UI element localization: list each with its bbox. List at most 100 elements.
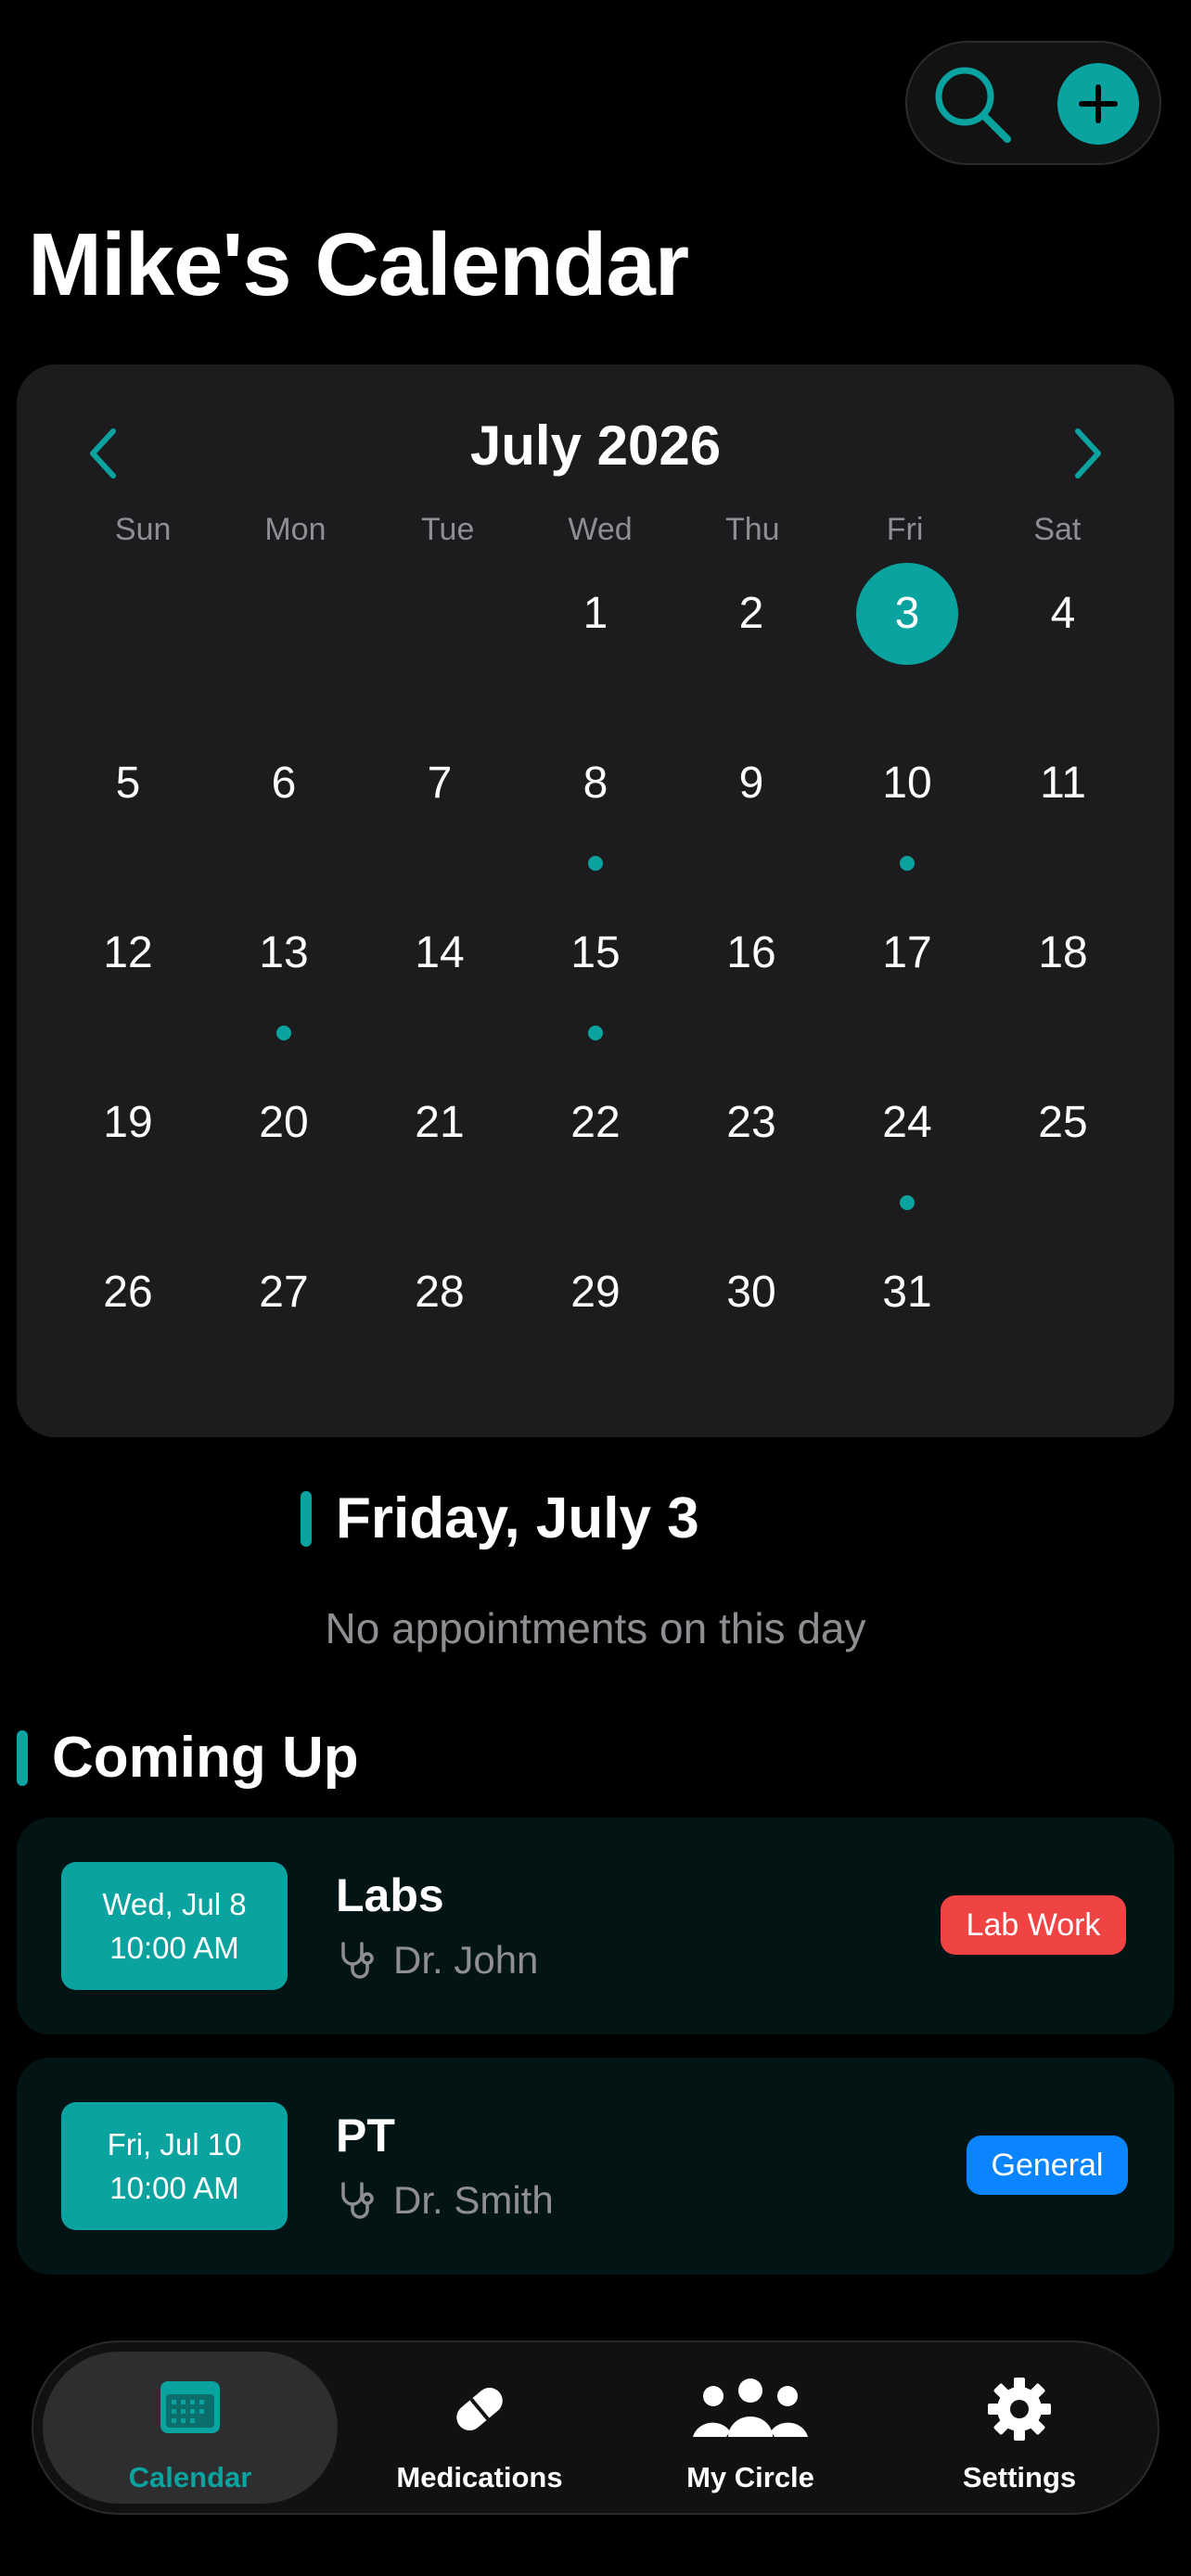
- day-cell[interactable]: 7: [362, 733, 518, 902]
- day-cell[interactable]: 8: [518, 733, 673, 902]
- day-number: 2: [738, 589, 764, 638]
- selected-date-accent: [301, 1491, 312, 1547]
- day-cell[interactable]: 21: [362, 1072, 518, 1242]
- month-calendar: July 2026 Sun Mon Tue Wed Thu Fri Sat 12…: [17, 364, 1174, 1437]
- day-cell[interactable]: 10: [829, 733, 985, 902]
- appointment-doctor: Dr. John: [336, 1932, 538, 1988]
- appointment-card[interactable]: Wed, Jul 8 10:00 AM Labs Dr. John Lab Wo…: [17, 1817, 1174, 2034]
- day-cell[interactable]: 29: [518, 1242, 673, 1411]
- day-number: 4: [1050, 589, 1076, 638]
- day-number: 29: [570, 1268, 621, 1317]
- day-cell[interactable]: 28: [362, 1242, 518, 1411]
- category-badge: Lab Work: [941, 1895, 1126, 1955]
- day-number: 27: [259, 1268, 309, 1317]
- day-number: 8: [583, 759, 608, 808]
- tab-medications[interactable]: Medications: [343, 2342, 616, 2513]
- tab-label: Medications: [396, 2461, 563, 2493]
- empty-day-cell: [50, 563, 206, 733]
- day-cell[interactable]: 26: [50, 1242, 206, 1411]
- event-dot: [900, 856, 915, 871]
- event-dot: [900, 1195, 915, 1210]
- add-button[interactable]: [1057, 63, 1139, 145]
- day-cell[interactable]: 6: [206, 733, 362, 902]
- day-number: 15: [570, 928, 621, 977]
- weekday-header: Sun Mon Tue Wed Thu Fri Sat: [67, 502, 1133, 557]
- day-cell-selected[interactable]: 3: [829, 563, 985, 733]
- appointment-date: Fri, Jul 10: [107, 2127, 242, 2162]
- day-cell[interactable]: 5: [50, 733, 206, 902]
- header-actions: [905, 41, 1161, 165]
- day-number: 13: [259, 928, 309, 977]
- day-cell[interactable]: 18: [985, 902, 1141, 1072]
- tab-bar: Calendar Medications My Circle Settings: [32, 2340, 1159, 2515]
- appointment-title: Labs: [336, 1869, 444, 1921]
- appointment-doctor: Dr. Smith: [336, 2173, 554, 2228]
- appointment-date-box: Wed, Jul 8 10:00 AM: [61, 1862, 288, 1990]
- day-cell[interactable]: 2: [673, 563, 829, 733]
- day-number: 6: [271, 759, 297, 808]
- day-number: 7: [427, 759, 453, 808]
- appointment-time: 10:00 AM: [109, 2171, 239, 2205]
- search-button[interactable]: [929, 61, 1015, 147]
- day-number: 21: [415, 1098, 465, 1147]
- day-cell[interactable]: 23: [673, 1072, 829, 1242]
- day-number: 16: [726, 928, 776, 977]
- category-badge: General: [967, 2136, 1128, 2195]
- day-cell[interactable]: 30: [673, 1242, 829, 1411]
- appointment-date-box: Fri, Jul 10 10:00 AM: [61, 2102, 288, 2230]
- search-icon: [935, 67, 1011, 143]
- tab-label: My Circle: [686, 2461, 814, 2493]
- day-number: 1: [583, 589, 608, 638]
- day-number: 24: [882, 1098, 932, 1147]
- appointment-card[interactable]: Fri, Jul 10 10:00 AM PT Dr. Smith Genera…: [17, 2058, 1174, 2275]
- pill-icon: [456, 2388, 503, 2430]
- day-cell[interactable]: 11: [985, 733, 1141, 902]
- day-cell[interactable]: 19: [50, 1072, 206, 1242]
- people-icon: [693, 2378, 808, 2437]
- tab-label: Settings: [962, 2461, 1077, 2493]
- day-number: 25: [1038, 1098, 1088, 1147]
- day-number: 18: [1038, 928, 1088, 977]
- stethoscope-icon: [341, 2182, 374, 2219]
- appointment-time: 10:00 AM: [109, 1931, 239, 1965]
- day-cell[interactable]: 15: [518, 902, 673, 1072]
- day-cell[interactable]: 22: [518, 1072, 673, 1242]
- day-cell[interactable]: 9: [673, 733, 829, 902]
- day-cell[interactable]: 27: [206, 1242, 362, 1411]
- day-cell[interactable]: 20: [206, 1072, 362, 1242]
- tab-calendar[interactable]: Calendar: [43, 2342, 338, 2513]
- day-cell[interactable]: 12: [50, 902, 206, 1072]
- tab-settings[interactable]: Settings: [885, 2342, 1154, 2513]
- tab-my-circle[interactable]: My Circle: [616, 2342, 885, 2513]
- day-cell[interactable]: 31: [829, 1242, 985, 1411]
- empty-day-cell: [206, 563, 362, 733]
- day-number: 20: [259, 1098, 309, 1147]
- day-cell[interactable]: 1: [518, 563, 673, 733]
- day-cell[interactable]: 4: [985, 563, 1141, 733]
- weekday-label: Mon: [264, 512, 327, 547]
- day-number: 31: [882, 1268, 932, 1317]
- page-title: Mike's Calendar: [28, 215, 689, 314]
- next-month-button[interactable]: [1059, 418, 1115, 489]
- day-number: 5: [115, 759, 141, 808]
- day-number: 11: [1040, 759, 1086, 808]
- day-cell[interactable]: 25: [985, 1072, 1141, 1242]
- day-cell[interactable]: 17: [829, 902, 985, 1072]
- day-cell[interactable]: 14: [362, 902, 518, 1072]
- coming-up-heading: Coming Up: [52, 1726, 359, 1790]
- day-number: 12: [103, 928, 153, 977]
- day-cell[interactable]: 13: [206, 902, 362, 1072]
- month-title: July 2026: [469, 414, 722, 477]
- day-cell[interactable]: 16: [673, 902, 829, 1072]
- calendar-icon: [160, 2381, 220, 2433]
- weekday-label: Tue: [421, 512, 475, 547]
- day-grid: 1 2 3 4 5 6 7 8 9 10 11 12 13 14 15 16 17 18 19 20 21 22 23 24 2…: [50, 563, 1141, 1411]
- event-dot: [276, 1026, 291, 1040]
- chevron-right-icon: [1075, 428, 1101, 478]
- day-cell[interactable]: 24: [829, 1072, 985, 1242]
- day-number: 19: [103, 1098, 153, 1147]
- weekday-label: Sat: [1033, 512, 1082, 547]
- event-dot: [588, 1026, 603, 1040]
- day-number: 23: [726, 1098, 776, 1147]
- day-number: 17: [882, 928, 932, 977]
